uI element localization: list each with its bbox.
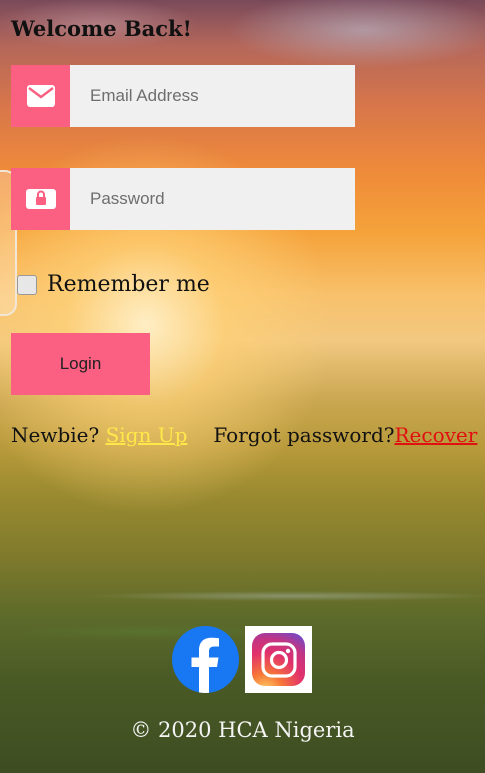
page-title: Welcome Back! [11, 16, 192, 41]
lock-icon [11, 168, 70, 230]
remember-me-checkbox[interactable] [17, 274, 37, 295]
recover-link[interactable]: Recover [395, 423, 478, 447]
password-input[interactable] [70, 168, 355, 230]
background-sky [0, 0, 485, 300]
facebook-icon[interactable] [172, 626, 239, 693]
email-input[interactable] [70, 65, 355, 127]
login-button[interactable]: Login [11, 333, 150, 395]
email-field-group [11, 65, 355, 127]
social-links [172, 626, 312, 693]
sign-up-link[interactable]: Sign Up [106, 423, 188, 447]
password-field-group [11, 168, 355, 230]
remember-me-row: Remember me [17, 272, 210, 297]
instagram-badge [252, 633, 305, 686]
remember-me-label: Remember me [47, 272, 210, 297]
envelope-icon [11, 65, 70, 127]
forgot-password-text: Forgot password? [213, 423, 395, 447]
instagram-icon[interactable] [245, 626, 312, 693]
copyright-footer: © 2020 HCA Nigeria [130, 718, 355, 742]
newbie-text: Newbie? [11, 423, 100, 447]
account-links: Newbie? Sign Up Forgot password?Recover [11, 423, 481, 447]
